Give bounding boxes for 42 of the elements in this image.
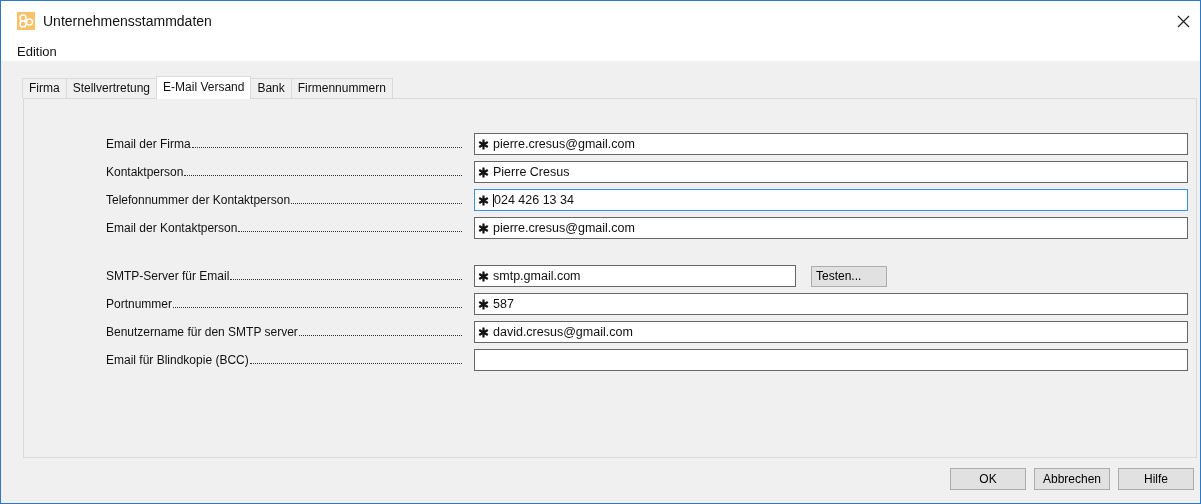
- input-field[interactable]: pierre.cresus@gmail.com: [474, 217, 1188, 239]
- dialog-button[interactable]: Hilfe: [1118, 468, 1194, 490]
- input-field[interactable]: [474, 349, 1188, 371]
- field-value: Pierre Cresus: [493, 165, 570, 179]
- tab[interactable]: Firmennummern: [290, 78, 393, 98]
- field-label: Benutzername für den SMTP server: [106, 325, 298, 339]
- field-label: Portnummer: [106, 297, 173, 311]
- asterisk-icon: [478, 166, 489, 178]
- asterisk-icon: [478, 326, 489, 338]
- field-value: 024 426 13 34: [494, 193, 574, 207]
- field-value: 587: [493, 297, 514, 311]
- input-field[interactable]: david.cresus@gmail.com: [474, 321, 1188, 343]
- field-value: smtp.gmail.com: [493, 269, 581, 283]
- input-field[interactable]: Pierre Cresus: [474, 161, 1188, 183]
- app-logo-icon: [17, 12, 35, 30]
- dialog-button[interactable]: Abbrechen: [1034, 468, 1110, 490]
- field-label: Email der Firma: [106, 137, 191, 151]
- field-value: david.cresus@gmail.com: [493, 325, 633, 339]
- tab[interactable]: Stellvertretung: [65, 78, 158, 98]
- asterisk-icon: [478, 298, 489, 310]
- field-label: Email der Kontaktperson: [106, 221, 238, 235]
- input-field[interactable]: pierre.cresus@gmail.com: [474, 133, 1188, 155]
- input-field[interactable]: 024 426 13 34: [474, 189, 1188, 211]
- asterisk-icon: [478, 138, 489, 150]
- field-label: Kontaktperson: [106, 165, 184, 179]
- field-label: Telefonnummer der Kontaktperson: [106, 193, 291, 207]
- tab[interactable]: Firma: [22, 78, 67, 98]
- field-label: SMTP-Server für Email: [106, 269, 230, 283]
- asterisk-icon: [478, 270, 489, 282]
- window-title: Unternehmensstammdaten: [43, 13, 212, 29]
- tab[interactable]: E-Mail Versand: [156, 76, 252, 99]
- asterisk-icon: [478, 222, 489, 234]
- dialog-button[interactable]: OK: [950, 468, 1026, 490]
- field-value: pierre.cresus@gmail.com: [493, 137, 635, 151]
- field-value: pierre.cresus@gmail.com: [493, 221, 635, 235]
- menu-item[interactable]: Edition: [17, 43, 57, 59]
- close-icon[interactable]: [1177, 14, 1190, 28]
- asterisk-icon: [478, 194, 489, 206]
- input-field[interactable]: 587: [474, 293, 1188, 315]
- field-label: Email für Blindkopie (BCC): [106, 353, 249, 367]
- test-button[interactable]: Testen...: [811, 265, 887, 287]
- input-field[interactable]: smtp.gmail.com: [474, 265, 796, 287]
